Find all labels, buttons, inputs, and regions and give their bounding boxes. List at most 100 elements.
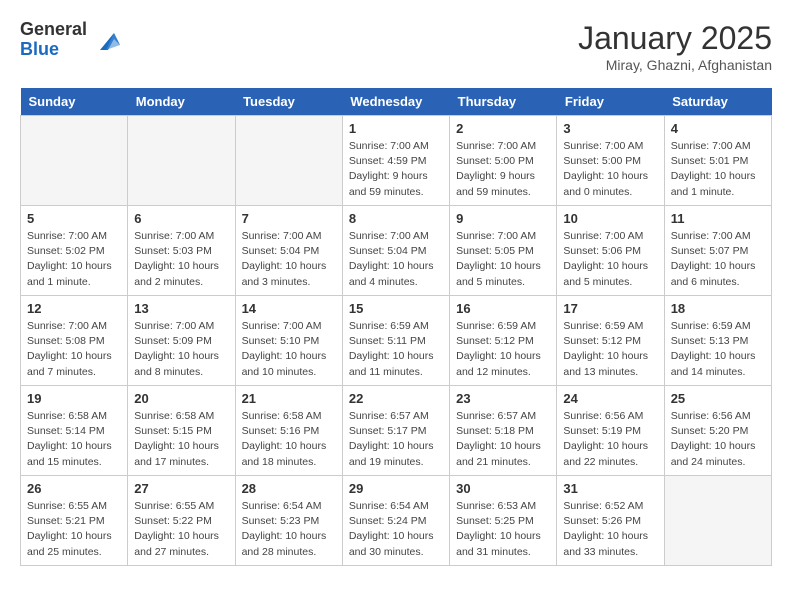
calendar-cell: 9 Sunrise: 7:00 AM Sunset: 5:05 PM Daylig…	[450, 206, 557, 296]
calendar-cell: 10 Sunrise: 7:00 AM Sunset: 5:06 PM Dayli…	[557, 206, 664, 296]
day-info: Sunrise: 6:56 AM Sunset: 5:20 PM Dayligh…	[671, 409, 765, 470]
day-number: 1	[349, 121, 443, 136]
calendar-cell: 27 Sunrise: 6:55 AM Sunset: 5:22 PM Dayli…	[128, 476, 235, 566]
day-number: 4	[671, 121, 765, 136]
day-number: 8	[349, 211, 443, 226]
day-info: Sunrise: 7:00 AM Sunset: 5:10 PM Dayligh…	[242, 319, 336, 380]
calendar-cell	[21, 116, 128, 206]
calendar-cell: 26Sunrise: 6:55 AM Sunset: 5:21 PM Dayli…	[21, 476, 128, 566]
calendar-cell	[235, 116, 342, 206]
weekday-header-sunday: Sunday	[21, 88, 128, 116]
day-number: 28	[242, 481, 336, 496]
calendar-week-row: 19 Sunrise: 6:58 AM Sunset: 5:14 PM Dayli…	[21, 386, 772, 476]
weekday-header-monday: Monday	[128, 88, 235, 116]
day-info: Sunrise: 7:00 AM Sunset: 5:04 PM Dayligh…	[242, 229, 336, 290]
calendar-cell: 12Sunrise: 7:00 AM Sunset: 5:08 PM Dayli…	[21, 296, 128, 386]
weekday-header-saturday: Saturday	[664, 88, 771, 116]
weekday-header-row: SundayMondayTuesdayWednesdayThursdayFrid…	[21, 88, 772, 116]
day-number: 11	[671, 211, 765, 226]
day-number: 30	[456, 481, 550, 496]
calendar-cell: 8 Sunrise: 7:00 AM Sunset: 5:04 PM Daylig…	[342, 206, 449, 296]
day-info: Sunrise: 7:00 AM Sunset: 5:00 PM Dayligh…	[563, 139, 657, 200]
logo: General Blue	[20, 20, 122, 60]
calendar-cell	[664, 476, 771, 566]
day-info: Sunrise: 6:55 AM Sunset: 5:21 PM Dayligh…	[27, 499, 121, 560]
calendar-cell: 24 Sunrise: 6:56 AM Sunset: 5:19 PM Dayli…	[557, 386, 664, 476]
day-info: Sunrise: 6:59 AM Sunset: 5:12 PM Dayligh…	[563, 319, 657, 380]
day-info: Sunrise: 7:00 AM Sunset: 5:05 PM Dayligh…	[456, 229, 550, 290]
calendar-cell: 13 Sunrise: 7:00 AM Sunset: 5:09 PM Dayli…	[128, 296, 235, 386]
day-info: Sunrise: 7:00 AM Sunset: 5:01 PM Dayligh…	[671, 139, 765, 200]
day-number: 16	[456, 301, 550, 316]
day-number: 5	[27, 211, 121, 226]
day-number: 31	[563, 481, 657, 496]
day-number: 9	[456, 211, 550, 226]
day-info: Sunrise: 6:58 AM Sunset: 5:14 PM Dayligh…	[27, 409, 121, 470]
day-info: Sunrise: 6:56 AM Sunset: 5:19 PM Dayligh…	[563, 409, 657, 470]
calendar-cell: 15Sunrise: 6:59 AM Sunset: 5:11 PM Dayli…	[342, 296, 449, 386]
calendar-cell: 14Sunrise: 7:00 AM Sunset: 5:10 PM Dayli…	[235, 296, 342, 386]
day-info: Sunrise: 7:00 AM Sunset: 5:02 PM Dayligh…	[27, 229, 121, 290]
calendar-week-row: 5 Sunrise: 7:00 AM Sunset: 5:02 PM Daylig…	[21, 206, 772, 296]
day-info: Sunrise: 7:00 AM Sunset: 4:59 PM Dayligh…	[349, 139, 443, 200]
day-info: Sunrise: 6:58 AM Sunset: 5:16 PM Dayligh…	[242, 409, 336, 470]
day-info: Sunrise: 6:59 AM Sunset: 5:11 PM Dayligh…	[349, 319, 443, 380]
calendar-cell: 7 Sunrise: 7:00 AM Sunset: 5:04 PM Daylig…	[235, 206, 342, 296]
calendar-cell: 17 Sunrise: 6:59 AM Sunset: 5:12 PM Dayli…	[557, 296, 664, 386]
logo-general-text: General	[20, 20, 87, 40]
calendar-cell: 18Sunrise: 6:59 AM Sunset: 5:13 PM Dayli…	[664, 296, 771, 386]
calendar-week-row: 12Sunrise: 7:00 AM Sunset: 5:08 PM Dayli…	[21, 296, 772, 386]
calendar-cell: 20 Sunrise: 6:58 AM Sunset: 5:15 PM Dayli…	[128, 386, 235, 476]
calendar-cell: 16 Sunrise: 6:59 AM Sunset: 5:12 PM Dayli…	[450, 296, 557, 386]
day-number: 7	[242, 211, 336, 226]
day-info: Sunrise: 6:58 AM Sunset: 5:15 PM Dayligh…	[134, 409, 228, 470]
location-subtitle: Miray, Ghazni, Afghanistan	[578, 57, 772, 73]
day-number: 29	[349, 481, 443, 496]
day-info: Sunrise: 6:54 AM Sunset: 5:23 PM Dayligh…	[242, 499, 336, 560]
day-number: 12	[27, 301, 121, 316]
day-info: Sunrise: 6:57 AM Sunset: 5:18 PM Dayligh…	[456, 409, 550, 470]
page-header: General Blue January 2025 Miray, Ghazni,…	[20, 20, 772, 73]
day-number: 23	[456, 391, 550, 406]
day-number: 25	[671, 391, 765, 406]
day-number: 19	[27, 391, 121, 406]
day-number: 24	[563, 391, 657, 406]
day-number: 13	[134, 301, 228, 316]
calendar-cell: 25 Sunrise: 6:56 AM Sunset: 5:20 PM Dayli…	[664, 386, 771, 476]
calendar-cell: 22Sunrise: 6:57 AM Sunset: 5:17 PM Dayli…	[342, 386, 449, 476]
calendar-cell: 11 Sunrise: 7:00 AM Sunset: 5:07 PM Dayli…	[664, 206, 771, 296]
day-number: 17	[563, 301, 657, 316]
calendar-cell: 6 Sunrise: 7:00 AM Sunset: 5:03 PM Daylig…	[128, 206, 235, 296]
calendar-cell: 31 Sunrise: 6:52 AM Sunset: 5:26 PM Dayli…	[557, 476, 664, 566]
calendar-week-row: 1 Sunrise: 7:00 AM Sunset: 4:59 PM Daylig…	[21, 116, 772, 206]
day-info: Sunrise: 7:00 AM Sunset: 5:03 PM Dayligh…	[134, 229, 228, 290]
day-info: Sunrise: 6:52 AM Sunset: 5:26 PM Dayligh…	[563, 499, 657, 560]
day-info: Sunrise: 6:59 AM Sunset: 5:12 PM Dayligh…	[456, 319, 550, 380]
logo-blue-text: Blue	[20, 40, 87, 60]
day-number: 10	[563, 211, 657, 226]
day-info: Sunrise: 7:00 AM Sunset: 5:09 PM Dayligh…	[134, 319, 228, 380]
weekday-header-wednesday: Wednesday	[342, 88, 449, 116]
day-number: 20	[134, 391, 228, 406]
calendar-cell: 5 Sunrise: 7:00 AM Sunset: 5:02 PM Daylig…	[21, 206, 128, 296]
calendar-week-row: 26Sunrise: 6:55 AM Sunset: 5:21 PM Dayli…	[21, 476, 772, 566]
day-number: 3	[563, 121, 657, 136]
day-info: Sunrise: 6:54 AM Sunset: 5:24 PM Dayligh…	[349, 499, 443, 560]
day-number: 27	[134, 481, 228, 496]
calendar-cell: 29 Sunrise: 6:54 AM Sunset: 5:24 PM Dayli…	[342, 476, 449, 566]
title-block: January 2025 Miray, Ghazni, Afghanistan	[578, 20, 772, 73]
calendar-cell: 19 Sunrise: 6:58 AM Sunset: 5:14 PM Dayli…	[21, 386, 128, 476]
weekday-header-thursday: Thursday	[450, 88, 557, 116]
day-info: Sunrise: 7:00 AM Sunset: 5:04 PM Dayligh…	[349, 229, 443, 290]
day-number: 6	[134, 211, 228, 226]
calendar-cell: 23 Sunrise: 6:57 AM Sunset: 5:18 PM Dayli…	[450, 386, 557, 476]
day-info: Sunrise: 6:55 AM Sunset: 5:22 PM Dayligh…	[134, 499, 228, 560]
month-title: January 2025	[578, 20, 772, 57]
calendar-cell: 21Sunrise: 6:58 AM Sunset: 5:16 PM Dayli…	[235, 386, 342, 476]
calendar-cell: 4 Sunrise: 7:00 AM Sunset: 5:01 PM Daylig…	[664, 116, 771, 206]
day-number: 22	[349, 391, 443, 406]
day-info: Sunrise: 7:00 AM Sunset: 5:07 PM Dayligh…	[671, 229, 765, 290]
logo-icon	[92, 25, 122, 55]
day-info: Sunrise: 7:00 AM Sunset: 5:06 PM Dayligh…	[563, 229, 657, 290]
calendar-cell: 30Sunrise: 6:53 AM Sunset: 5:25 PM Dayli…	[450, 476, 557, 566]
